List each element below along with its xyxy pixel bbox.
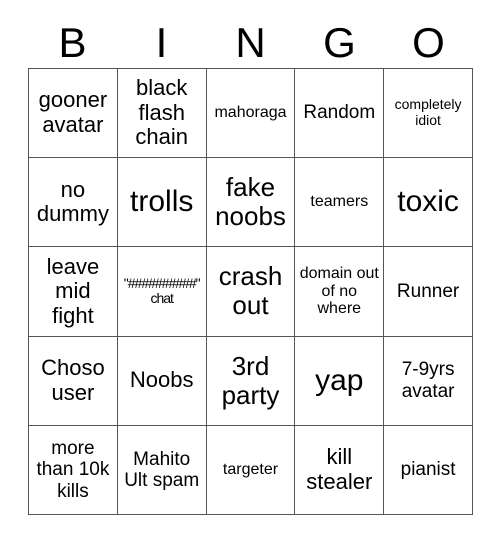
bingo-header-letter-i: I	[155, 19, 168, 66]
bingo-cell-label: leave mid fight	[46, 253, 100, 328]
bingo-cell[interactable]: Noobs	[117, 336, 207, 426]
bingo-header-row: B I N G O	[28, 18, 473, 68]
bingo-cell-label: 3rd party	[221, 350, 280, 410]
bingo-cell-label: "##########" chat	[123, 274, 201, 307]
bingo-cell[interactable]: gooner avatar	[29, 69, 118, 159]
bingo-cell-label: targeter	[222, 460, 279, 478]
bingo-cell-label: fake noobs	[215, 172, 286, 232]
bingo-cell[interactable]: kill stealer	[295, 425, 385, 515]
bingo-cell[interactable]: crash out	[206, 247, 296, 337]
bingo-cell[interactable]: Runner	[384, 247, 473, 337]
bingo-cell[interactable]: no dummy	[29, 158, 118, 248]
bingo-header-letter-n: N	[235, 19, 266, 66]
bingo-cell[interactable]: mahoraga	[206, 69, 296, 159]
bingo-cell[interactable]: trolls	[117, 158, 207, 248]
bingo-cell-label: teamers	[310, 193, 369, 211]
bingo-card: B I N G O gooner avatar black flash chai…	[0, 0, 500, 544]
bingo-cell-label: Noobs	[129, 367, 194, 393]
bingo-cell[interactable]: more than 10k kills	[29, 425, 118, 515]
bingo-cell-label: Mahito Ult spam	[124, 448, 200, 491]
bingo-header-letter-o: O	[412, 19, 445, 66]
bingo-cell[interactable]: leave mid fight	[29, 247, 118, 337]
bingo-cell[interactable]: 7-9yrs avatar	[384, 336, 473, 426]
bingo-cell-label: more than 10k kills	[36, 437, 110, 502]
bingo-cell-label: no dummy	[36, 176, 109, 227]
bingo-cell-label: 7-9yrs avatar	[401, 359, 455, 402]
bingo-cell[interactable]: black flash chain	[117, 69, 207, 159]
bingo-cell-label: yap	[315, 363, 364, 397]
bingo-cell-label: mahoraga	[214, 104, 287, 122]
bingo-cell[interactable]: Choso user	[29, 336, 118, 426]
bingo-cell[interactable]: teamers	[295, 158, 385, 248]
bingo-cell-label: kill stealer	[306, 444, 373, 494]
bingo-cell[interactable]: targeter	[206, 425, 296, 515]
bingo-cell[interactable]: fake noobs	[206, 158, 296, 248]
bingo-cell[interactable]: domain out of no where	[295, 247, 385, 337]
bingo-cell-label: Choso user	[41, 355, 105, 405]
bingo-cell-label: black flash chain	[135, 75, 188, 150]
bingo-cell[interactable]: "##########" chat	[117, 247, 207, 337]
bingo-cell-label: Runner	[396, 280, 460, 302]
bingo-cell[interactable]: Mahito Ult spam	[117, 425, 207, 515]
bingo-cell-label: gooner avatar	[38, 87, 108, 138]
bingo-cell-label: trolls	[130, 185, 194, 219]
bingo-cell[interactable]: Random	[295, 69, 385, 159]
bingo-cell-label: toxic	[397, 185, 459, 219]
bingo-cell-label: crash out	[218, 261, 283, 321]
bingo-cell-label: pianist	[400, 459, 456, 481]
bingo-cell-label: Random	[303, 102, 376, 124]
bingo-cell[interactable]: toxic	[384, 158, 473, 248]
bingo-cell-label: domain out of no where	[299, 264, 379, 318]
bingo-cell[interactable]: yap	[295, 336, 385, 426]
bingo-grid: gooner avatar black flash chain mahoraga…	[28, 68, 473, 515]
bingo-cell[interactable]: completely idiot	[384, 69, 473, 159]
bingo-cell[interactable]: pianist	[384, 425, 473, 515]
bingo-header-letter-g: G	[323, 19, 356, 66]
bingo-header-letter-b: B	[58, 19, 87, 66]
bingo-cell-label: completely idiot	[394, 96, 462, 129]
bingo-cell[interactable]: 3rd party	[206, 336, 296, 426]
